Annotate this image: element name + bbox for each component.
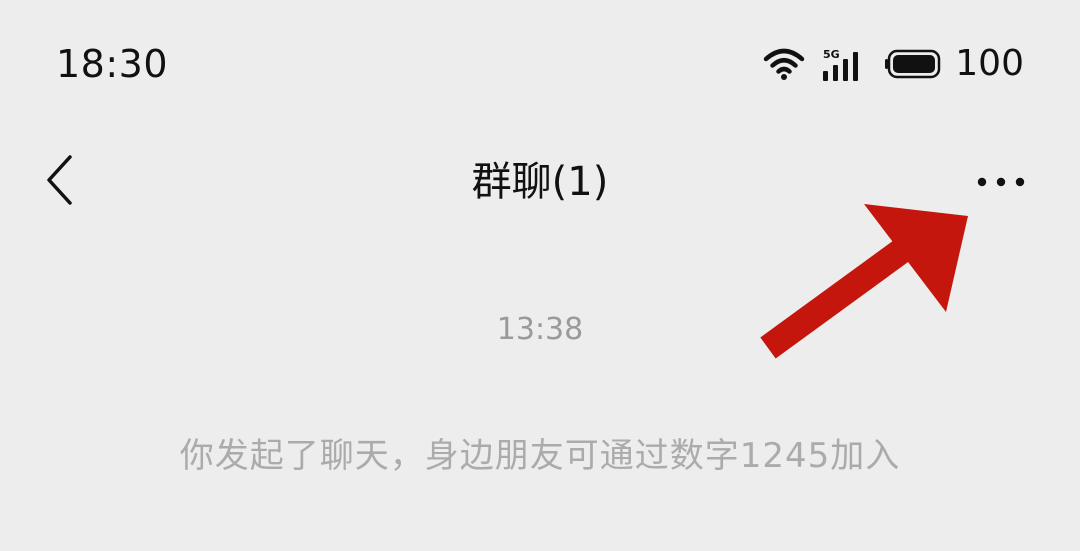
more-button[interactable] (966, 152, 1036, 212)
status-bar: 18:30 5G 100 (0, 0, 1080, 120)
nav-bar: 群聊(1) (0, 130, 1080, 234)
page-title: 群聊(1) (471, 159, 609, 205)
wifi-icon (763, 47, 805, 81)
more-dots-icon (976, 173, 1026, 192)
message-timestamp: 13:38 (496, 312, 584, 347)
battery-icon (885, 49, 945, 79)
battery-level: 100 (955, 43, 1024, 84)
network-type-label: 5G (823, 48, 840, 61)
status-time: 18:30 (56, 42, 169, 86)
status-icons: 5G 100 (763, 40, 1024, 88)
signal-icon: 5G (823, 47, 867, 81)
chat-screen: 18:30 5G 100 群聊(1) 13:38 你发起了聊天，身边朋友可通过数… (0, 0, 1080, 551)
system-message: 你发起了聊天，身边朋友可通过数字1245加入 (179, 436, 901, 476)
